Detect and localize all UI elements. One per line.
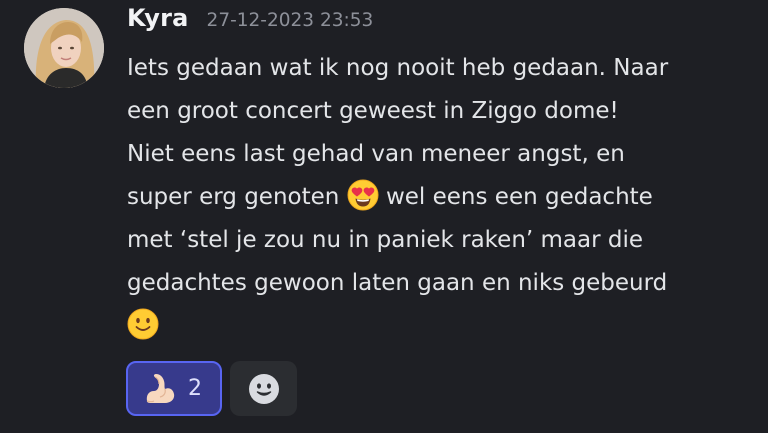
slightly-smiling-emoji	[127, 308, 159, 340]
avatar[interactable]	[24, 8, 104, 88]
reaction-flexed-biceps[interactable]: 2	[126, 361, 222, 416]
message-line	[127, 305, 752, 348]
message-line: een groot concert geweest in Ziggo dome!	[127, 98, 619, 124]
author-name[interactable]: Kyra	[127, 4, 189, 32]
chat-message: Kyra 27-12-2023 23:53 Iets gedaan wat ik…	[0, 0, 768, 433]
message-content: Iets gedaan wat ik nog nooit heb gedaan.…	[127, 47, 752, 348]
reactions-bar: 2	[126, 361, 297, 416]
message-line: Niet eens last gehad van meneer angst, e…	[127, 141, 625, 167]
timestamp: 27-12-2023 23:53	[206, 10, 374, 31]
message-line: gedachtes gewoon laten gaan en niks gebe…	[127, 270, 668, 296]
add-reaction-button[interactable]	[230, 361, 297, 416]
message-line: super erg genoten wel eens een gedachte	[127, 176, 752, 219]
message-line: met ‘stel je zou nu in paniek raken’ maa…	[127, 227, 644, 253]
message-text: super erg genoten	[127, 184, 347, 210]
reaction-count: 2	[188, 376, 202, 401]
add-reaction-smiley-icon	[248, 373, 279, 404]
message-header: Kyra 27-12-2023 23:53	[127, 4, 373, 32]
message-text: wel eens een gedachte	[378, 184, 653, 210]
heart-eyes-emoji	[347, 179, 379, 211]
message-line: Iets gedaan wat ik nog nooit heb gedaan.…	[127, 55, 669, 81]
flexed-biceps-emoji	[142, 371, 178, 407]
